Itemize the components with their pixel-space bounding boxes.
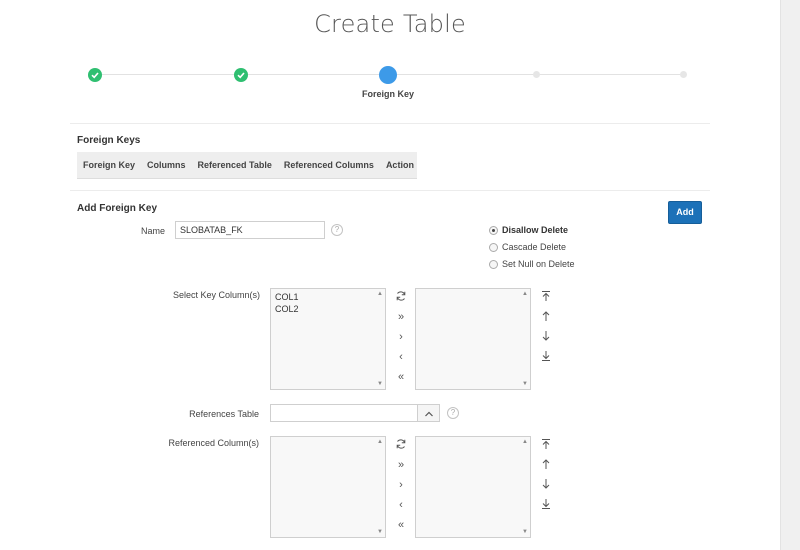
wizard-step-4 — [496, 65, 576, 78]
chevron-up-icon[interactable] — [417, 405, 439, 421]
move-icon[interactable]: › — [394, 478, 408, 492]
radio-set-null[interactable]: Set Null on Delete — [489, 259, 575, 269]
references-table-label: References Table — [189, 409, 259, 419]
radio-cascade-delete[interactable]: Cascade Delete — [489, 242, 566, 252]
radio-icon[interactable] — [489, 259, 498, 269]
move-down-icon[interactable] — [539, 478, 553, 490]
page-title: Create Table — [314, 10, 466, 38]
move-down-icon[interactable] — [539, 330, 553, 342]
key-columns-selected-list[interactable]: ▲ ▼ — [415, 288, 531, 390]
scroll-down-icon[interactable]: ▼ — [377, 381, 383, 387]
move-bottom-icon[interactable] — [539, 498, 553, 510]
help-icon[interactable]: ? — [447, 407, 459, 419]
wizard-step-1 — [55, 65, 135, 82]
scroll-down-icon[interactable]: ▼ — [377, 529, 383, 535]
divider — [70, 123, 710, 124]
pending-step-dot — [679, 71, 687, 78]
name-label: Name — [140, 226, 165, 236]
scroll-up-icon[interactable]: ▲ — [522, 439, 528, 445]
list-scrollbar[interactable]: ▲ ▼ — [375, 289, 385, 389]
wizard-step-3: Foreign Key — [348, 65, 428, 99]
radio-checked-icon[interactable] — [489, 225, 498, 235]
referenced-columns-selected-list[interactable]: ▲ ▼ — [415, 436, 531, 538]
add-button[interactable]: Add — [668, 201, 702, 224]
scroll-down-icon[interactable]: ▼ — [522, 529, 528, 535]
key-columns-label: Select Key Column(s) — [172, 290, 260, 300]
scroll-up-icon[interactable]: ▲ — [377, 439, 383, 445]
name-input[interactable]: SLOBATAB_FK — [175, 221, 325, 239]
wizard-step-5 — [643, 65, 723, 78]
remove-icon[interactable]: ‹ — [394, 498, 408, 512]
remove-all-icon[interactable]: « — [394, 370, 408, 384]
wizard-step-2 — [201, 65, 281, 82]
check-icon — [234, 68, 248, 82]
page-scrollbar[interactable] — [780, 0, 800, 550]
divider — [70, 190, 710, 191]
reset-icon[interactable] — [394, 438, 408, 450]
move-top-icon[interactable] — [539, 438, 553, 450]
move-all-icon[interactable]: » — [394, 458, 408, 472]
radio-label: Disallow Delete — [502, 225, 569, 235]
foreign-keys-table-header: Foreign Key Columns Referenced Table Ref… — [77, 152, 417, 179]
column-header[interactable]: Columns — [141, 160, 192, 170]
wizard-progress: Foreign Key — [70, 65, 710, 115]
move-top-icon[interactable] — [539, 290, 553, 302]
list-scrollbar[interactable]: ▲ ▼ — [375, 437, 385, 537]
pending-step-dot — [532, 71, 540, 78]
add-foreign-key-heading: Add Foreign Key — [77, 203, 158, 214]
foreign-keys-heading: Foreign Keys — [77, 135, 141, 146]
move-up-icon[interactable] — [539, 458, 553, 470]
reset-icon[interactable] — [394, 290, 408, 302]
column-header[interactable]: Foreign Key — [77, 160, 141, 170]
column-header[interactable]: Referenced Table — [192, 160, 278, 170]
radio-disallow-delete[interactable]: Disallow Delete — [489, 225, 568, 235]
move-all-icon[interactable]: » — [394, 310, 408, 324]
check-icon — [88, 68, 102, 82]
references-table-value — [271, 410, 275, 420]
list-item[interactable]: COL1 — [271, 291, 385, 303]
remove-all-icon[interactable]: « — [394, 518, 408, 532]
list-scrollbar[interactable]: ▲ ▼ — [520, 289, 530, 389]
remove-icon[interactable]: ‹ — [394, 350, 408, 364]
move-icon[interactable]: › — [394, 330, 408, 344]
key-columns-available-list[interactable]: COL1 COL2 ▲ ▼ — [270, 288, 386, 390]
current-step-dot — [379, 66, 397, 84]
radio-label: Set Null on Delete — [502, 259, 575, 269]
referenced-columns-available-list[interactable]: ▲ ▼ — [270, 436, 386, 538]
move-bottom-icon[interactable] — [539, 350, 553, 362]
referenced-columns-label: Referenced Column(s) — [168, 438, 259, 448]
references-table-select[interactable] — [270, 404, 440, 422]
column-header[interactable]: Action — [380, 160, 420, 170]
scroll-down-icon[interactable]: ▼ — [522, 381, 528, 387]
column-header[interactable]: Referenced Columns — [278, 160, 380, 170]
list-item[interactable]: COL2 — [271, 303, 385, 315]
radio-icon[interactable] — [489, 242, 498, 252]
move-up-icon[interactable] — [539, 310, 553, 322]
scroll-up-icon[interactable]: ▲ — [377, 291, 383, 297]
wizard-step-label: Foreign Key — [361, 89, 414, 99]
scroll-up-icon[interactable]: ▲ — [522, 291, 528, 297]
list-scrollbar[interactable]: ▲ ▼ — [520, 437, 530, 537]
help-icon[interactable]: ? — [331, 224, 343, 236]
radio-label: Cascade Delete — [502, 242, 567, 252]
